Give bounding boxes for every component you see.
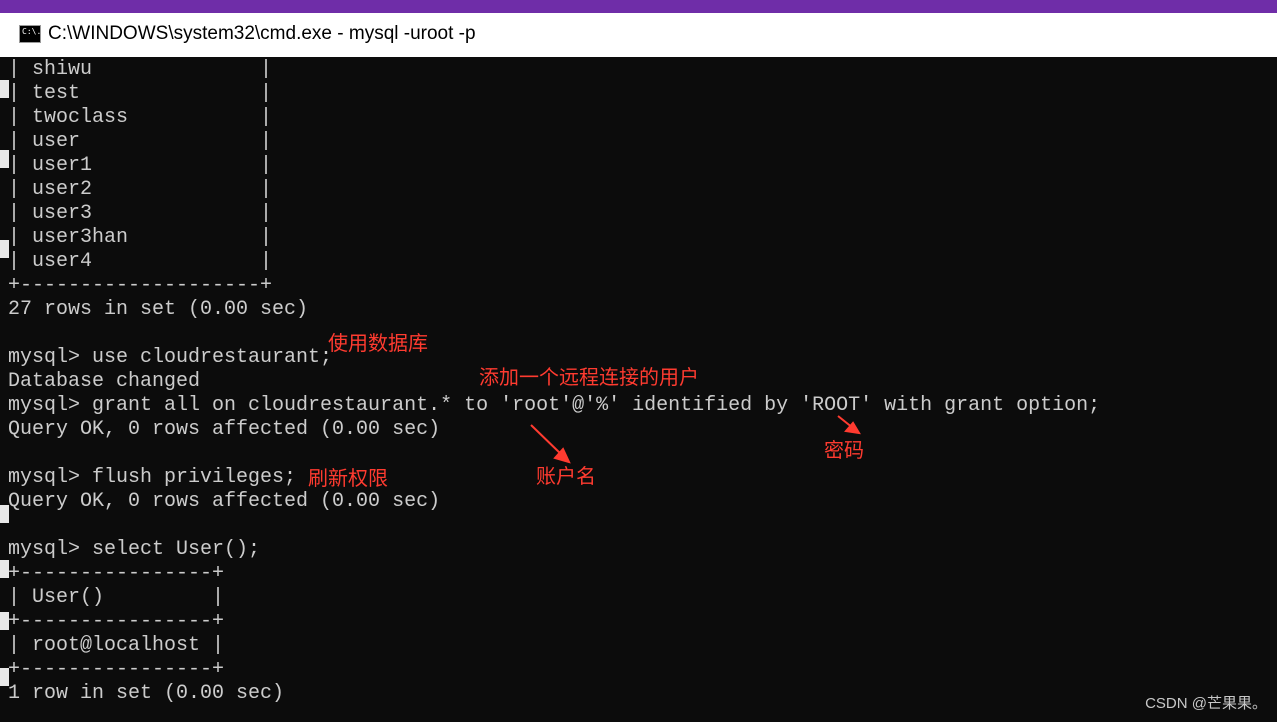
- console-line: Query OK, 0 rows affected (0.00 sec): [8, 490, 441, 513]
- console-line: | user3 |: [8, 202, 273, 225]
- background-window-fragment: [0, 505, 9, 523]
- console-line: +----------------+: [8, 658, 225, 681]
- console-line: | test |: [8, 82, 273, 105]
- cmd-app-icon: C:\.: [19, 25, 41, 43]
- console-line: | shiwu |: [8, 58, 273, 81]
- background-window-fragment: [0, 560, 9, 578]
- annotation-flush-privileges: 刷新权限: [308, 466, 388, 490]
- csdn-watermark: CSDN @芒果果。: [1145, 695, 1267, 712]
- console-line: 27 rows in set (0.00 sec): [8, 298, 309, 321]
- annotation-add-remote-user: 添加一个远程连接的用户: [479, 365, 699, 389]
- annotation-use-database: 使用数据库: [328, 331, 428, 355]
- console-line: | twoclass |: [8, 106, 273, 129]
- console-line: Query OK, 0 rows affected (0.00 sec): [8, 418, 441, 441]
- window-title: C:\WINDOWS\system32\cmd.exe - mysql -uro…: [48, 23, 476, 44]
- annotation-account-name: 账户名: [536, 464, 596, 488]
- console-line: +----------------+: [8, 610, 225, 633]
- console-line: Database changed: [8, 370, 201, 393]
- title-bar[interactable]: C:\. C:\WINDOWS\system32\cmd.exe - mysql…: [0, 13, 1277, 57]
- background-window-fragment: [0, 80, 9, 98]
- window-top-accent: [0, 0, 1277, 13]
- console-line: 1 row in set (0.00 sec): [8, 682, 285, 705]
- console-line: | user2 |: [8, 178, 273, 201]
- console-line: +----------------+: [8, 562, 225, 585]
- console-line: mysql> flush privileges;: [8, 466, 297, 489]
- background-window-fragment: [0, 240, 9, 258]
- console-line: | user |: [8, 130, 273, 153]
- console-line: mysql> use cloudrestaurant;: [8, 346, 333, 369]
- console-line: | user3han |: [8, 226, 273, 249]
- annotation-password: 密码: [824, 438, 864, 462]
- console-line: | user1 |: [8, 154, 273, 177]
- console-line: mysql> select User();: [8, 538, 261, 561]
- background-window-fragment: [0, 612, 9, 630]
- background-window-fragment: [0, 668, 9, 686]
- console-line: | root@localhost |: [8, 634, 225, 657]
- console-line: | User() |: [8, 586, 225, 609]
- background-window-fragment: [0, 150, 9, 168]
- console-line: mysql> grant all on cloudrestaurant.* to…: [8, 394, 1101, 417]
- console-line: | user4 |: [8, 250, 273, 273]
- console-line: +--------------------+: [8, 274, 273, 297]
